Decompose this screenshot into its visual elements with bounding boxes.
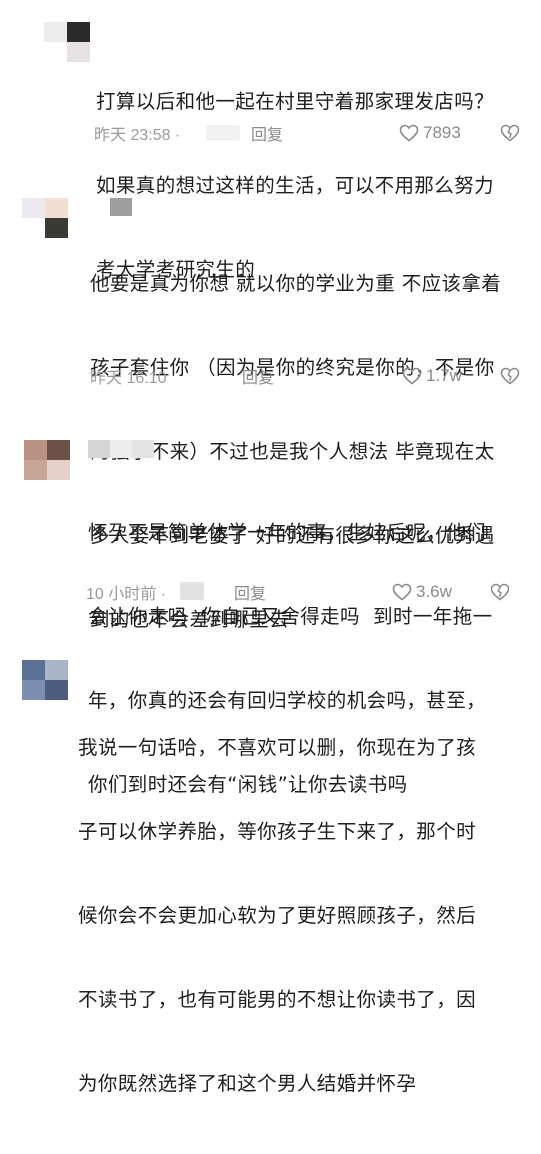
comment-meta: 昨天 23:58 · 回复 7893 <box>94 121 534 145</box>
dislike-button[interactable] <box>500 124 520 146</box>
avatar[interactable] <box>44 22 90 62</box>
reply-button[interactable]: 回复 <box>234 580 266 604</box>
reply-button[interactable]: 回复 <box>242 364 274 388</box>
like-count: 1.7w <box>426 366 462 385</box>
like-button[interactable]: 3.6w <box>392 582 452 602</box>
like-count: 7893 <box>423 123 461 142</box>
heart-outline-icon <box>399 124 419 142</box>
avatar[interactable] <box>22 198 68 238</box>
heart-broken-icon <box>500 124 520 142</box>
heart-broken-icon <box>500 367 520 385</box>
heart-outline-icon <box>392 583 412 601</box>
heart-outline-icon <box>402 367 422 385</box>
like-count: 3.6w <box>416 582 452 601</box>
like-button[interactable]: 7893 <box>399 123 461 143</box>
comment-time: 昨天 23:58 · <box>94 127 181 144</box>
username[interactable] <box>88 440 154 458</box>
comment-meta: 昨天 16:10 回复 1.7w <box>90 364 530 388</box>
comment-meta: 10 小时前 · 回复 3.6w <box>86 580 526 604</box>
comment-text: 我说一句话哈，不喜欢可以删，你现在为了孩 子可以休学养胎，等你孩子生下来了，那个… <box>78 736 477 1095</box>
reply-button[interactable]: 回复 <box>251 121 283 145</box>
comment-time: 昨天 16:10 <box>90 370 167 387</box>
avatar[interactable] <box>24 440 70 480</box>
avatar[interactable] <box>22 660 68 700</box>
dislike-button[interactable] <box>500 367 520 389</box>
heart-broken-icon <box>490 583 510 601</box>
dislike-button[interactable] <box>490 583 510 605</box>
like-button[interactable]: 1.7w <box>402 366 462 386</box>
comment-time: 10 小时前 · <box>86 586 167 603</box>
